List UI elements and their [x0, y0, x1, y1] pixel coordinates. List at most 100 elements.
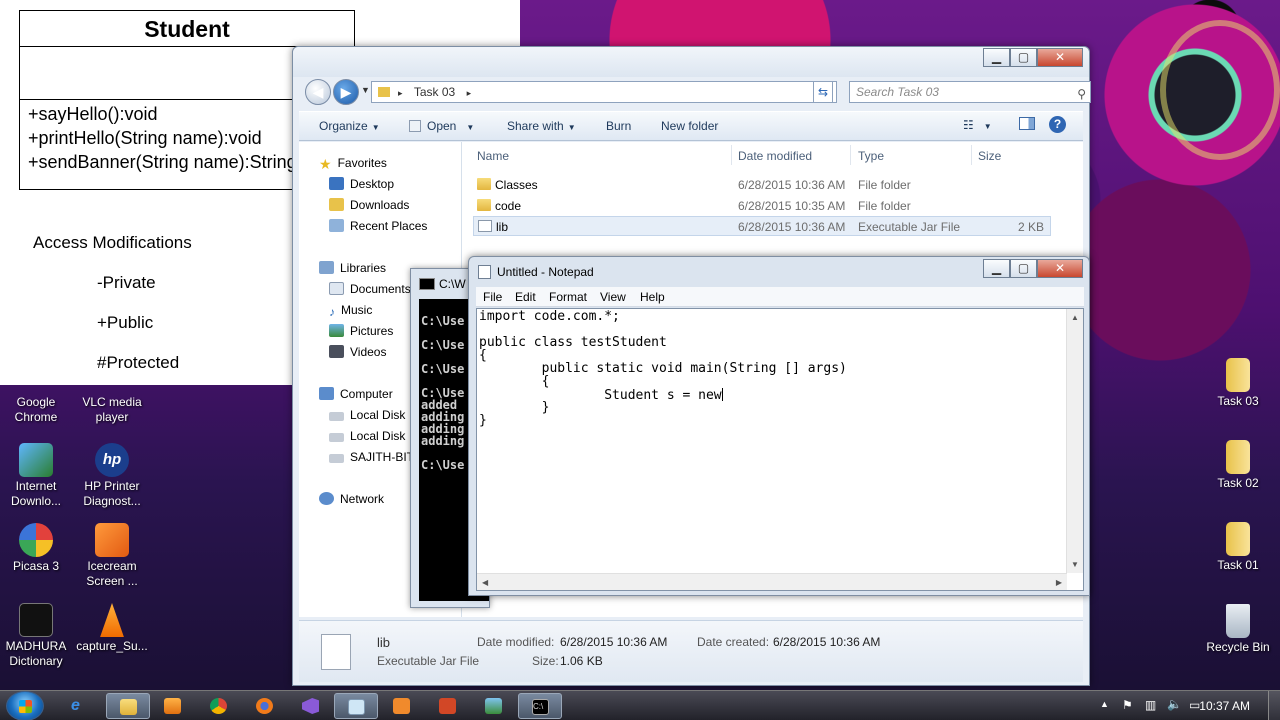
close-button[interactable]: ✕: [1037, 48, 1083, 67]
desktop-icon-icecream-screen[interactable]: Icecream Screen ...: [74, 523, 150, 589]
code-editor-content[interactable]: import code.com.*; public class testStude…: [479, 310, 1065, 570]
desktop-icon-task-03[interactable]: Task 03: [1200, 358, 1276, 409]
notepad-title: Untitled - Notepad: [497, 265, 594, 279]
desktop-icon-internet-download-manager[interactable]: Internet Downlo...: [0, 443, 74, 509]
desktop-icon-task-02[interactable]: Task 02: [1200, 440, 1276, 491]
volume-icon[interactable]: 🔈: [1167, 697, 1182, 711]
taskbar-visual-studio[interactable]: [289, 693, 333, 719]
column-divider[interactable]: [971, 145, 972, 165]
menu-view[interactable]: View: [600, 290, 626, 304]
organize-button[interactable]: Organize ▼: [319, 119, 380, 133]
open-button[interactable]: Open ▼: [409, 119, 474, 133]
taskbar: e C:\ ▲ ⚑ ▥ 🔈 ▭ 10:37 AM: [0, 690, 1280, 720]
taskbar-notepad[interactable]: [334, 693, 378, 719]
nav-desktop[interactable]: Desktop: [329, 177, 394, 191]
help-button[interactable]: ?: [1049, 116, 1066, 133]
explorer-command-bar: Organize ▼ Open ▼ Share with ▼ Burn New fol…: [299, 111, 1083, 141]
column-header-type[interactable]: Type: [858, 149, 884, 163]
show-hidden-icons-icon[interactable]: ▲: [1100, 699, 1109, 709]
action-center-flag-icon[interactable]: ⚑: [1122, 698, 1133, 712]
column-header-size[interactable]: Size: [978, 149, 1001, 163]
nav-local-disk-d[interactable]: Local Disk: [329, 429, 405, 443]
desktop-icon-google-chrome[interactable]: Google Chrome: [0, 395, 74, 425]
menu-edit[interactable]: Edit: [515, 290, 536, 304]
scroll-down-icon[interactable]: ▼: [1071, 560, 1079, 569]
column-divider[interactable]: [731, 145, 732, 165]
file-row-lib[interactable]: lib 6/28/2015 10:36 AM Executable Jar Fi…: [473, 216, 1051, 236]
desktop-icon-task-01[interactable]: Task 01: [1200, 522, 1276, 573]
desktop-icon-picasa[interactable]: Picasa 3: [0, 523, 74, 574]
start-button[interactable]: [6, 691, 44, 720]
taskbar-internet-explorer[interactable]: e: [58, 693, 102, 719]
maximize-button[interactable]: ▢: [1010, 48, 1037, 67]
preview-pane-button[interactable]: [1019, 117, 1035, 133]
taskbar-powerpoint[interactable]: [426, 693, 470, 719]
file-row-code[interactable]: code 6/28/2015 10:35 AM File folder: [473, 196, 1051, 216]
show-desktop-button[interactable]: [1268, 691, 1280, 720]
back-button[interactable]: ◀: [305, 79, 331, 105]
code-line: Student s = new: [479, 388, 723, 403]
nav-removable-drive[interactable]: SAJITH-BIT: [329, 450, 414, 464]
new-folder-button[interactable]: New folder: [661, 119, 718, 133]
desktop-icon-recycle-bin[interactable]: Recycle Bin: [1200, 604, 1276, 655]
minimize-button[interactable]: ▁: [983, 48, 1010, 67]
taskbar-media-player[interactable]: [151, 693, 195, 719]
scroll-right-icon[interactable]: ▶: [1056, 578, 1062, 587]
nav-computer[interactable]: Computer: [319, 387, 393, 401]
explorer-title-bar[interactable]: ▁ ▢ ✕: [293, 47, 1089, 77]
nav-libraries[interactable]: Libraries: [319, 261, 386, 275]
menu-help[interactable]: Help: [640, 290, 665, 304]
taskbar-icecream-recorder[interactable]: [380, 693, 424, 719]
desktop-icon-hp-printer[interactable]: hp HP Printer Diagnost...: [74, 443, 150, 509]
breadcrumb-chevron-icon[interactable]: ▸: [467, 88, 472, 98]
breadcrumb-task-03[interactable]: Task 03: [414, 85, 455, 99]
desktop-icon-vlc[interactable]: VLC media player: [74, 395, 150, 425]
notepad-text-area[interactable]: import code.com.*; public class testStude…: [476, 308, 1084, 591]
desktop-icon-capture-file[interactable]: capture_Su...: [74, 603, 150, 654]
nav-recent-places[interactable]: Recent Places: [329, 219, 427, 233]
scroll-left-icon[interactable]: ◀: [482, 578, 488, 587]
menu-format[interactable]: Format: [549, 290, 587, 304]
taskbar-chrome[interactable]: [197, 693, 241, 719]
address-bar[interactable]: ▸ Task 03 ▸ ▼: [371, 81, 837, 103]
column-header-name[interactable]: Name: [477, 149, 509, 163]
close-button[interactable]: ✕: [1037, 259, 1083, 278]
share-with-button[interactable]: Share with ▼: [507, 119, 576, 133]
nav-music[interactable]: ♪ Music: [329, 303, 372, 319]
taskbar-windows-explorer[interactable]: [106, 693, 150, 719]
nav-pictures[interactable]: Pictures: [329, 324, 393, 338]
menu-file[interactable]: File: [483, 290, 502, 304]
taskbar-command-prompt[interactable]: C:\: [518, 693, 562, 719]
nav-network[interactable]: Network: [319, 492, 384, 506]
nav-documents[interactable]: Documents: [329, 282, 411, 296]
recent-pages-dropdown[interactable]: ▼: [361, 85, 370, 95]
column-header-date-modified[interactable]: Date modified: [738, 149, 812, 163]
nav-downloads[interactable]: Downloads: [329, 198, 409, 212]
desktop-icon-madhura-dictionary[interactable]: MADHURA Dictionary: [0, 603, 74, 669]
network-tray-icon[interactable]: ▥: [1145, 698, 1156, 712]
forward-button[interactable]: ▶: [333, 79, 359, 105]
refresh-button[interactable]: ⇆: [813, 81, 833, 103]
taskbar-photo-viewer[interactable]: [472, 693, 516, 719]
scroll-up-icon[interactable]: ▲: [1071, 313, 1079, 322]
picasa-icon: [19, 523, 53, 557]
breadcrumb-separator: ▸: [398, 88, 403, 98]
column-divider[interactable]: [850, 145, 851, 165]
change-view-button[interactable]: ☷ ▼: [963, 118, 992, 132]
search-input[interactable]: Search Task 03 ⚲: [849, 81, 1091, 103]
nav-videos[interactable]: Videos: [329, 345, 386, 359]
details-date-created-label: Date created:: [697, 635, 770, 649]
nav-favorites[interactable]: ★ Favorites: [319, 156, 387, 172]
taskbar-firefox[interactable]: [243, 693, 287, 719]
nav-local-disk-c[interactable]: Local Disk: [329, 408, 405, 422]
file-name: code: [495, 199, 522, 213]
taskbar-clock[interactable]: 10:37 AM: [1199, 699, 1250, 713]
file-row-classes[interactable]: Classes 6/28/2015 10:36 AM File folder: [473, 175, 1051, 195]
search-icon[interactable]: ⚲: [1077, 84, 1086, 104]
burn-button[interactable]: Burn: [606, 119, 631, 133]
maximize-button[interactable]: ▢: [1010, 259, 1037, 278]
vertical-scrollbar[interactable]: ▲ ▼: [1066, 309, 1083, 573]
jar-file-large-icon: [321, 634, 351, 670]
minimize-button[interactable]: ▁: [983, 259, 1010, 278]
horizontal-scrollbar[interactable]: ◀ ▶: [477, 573, 1067, 590]
